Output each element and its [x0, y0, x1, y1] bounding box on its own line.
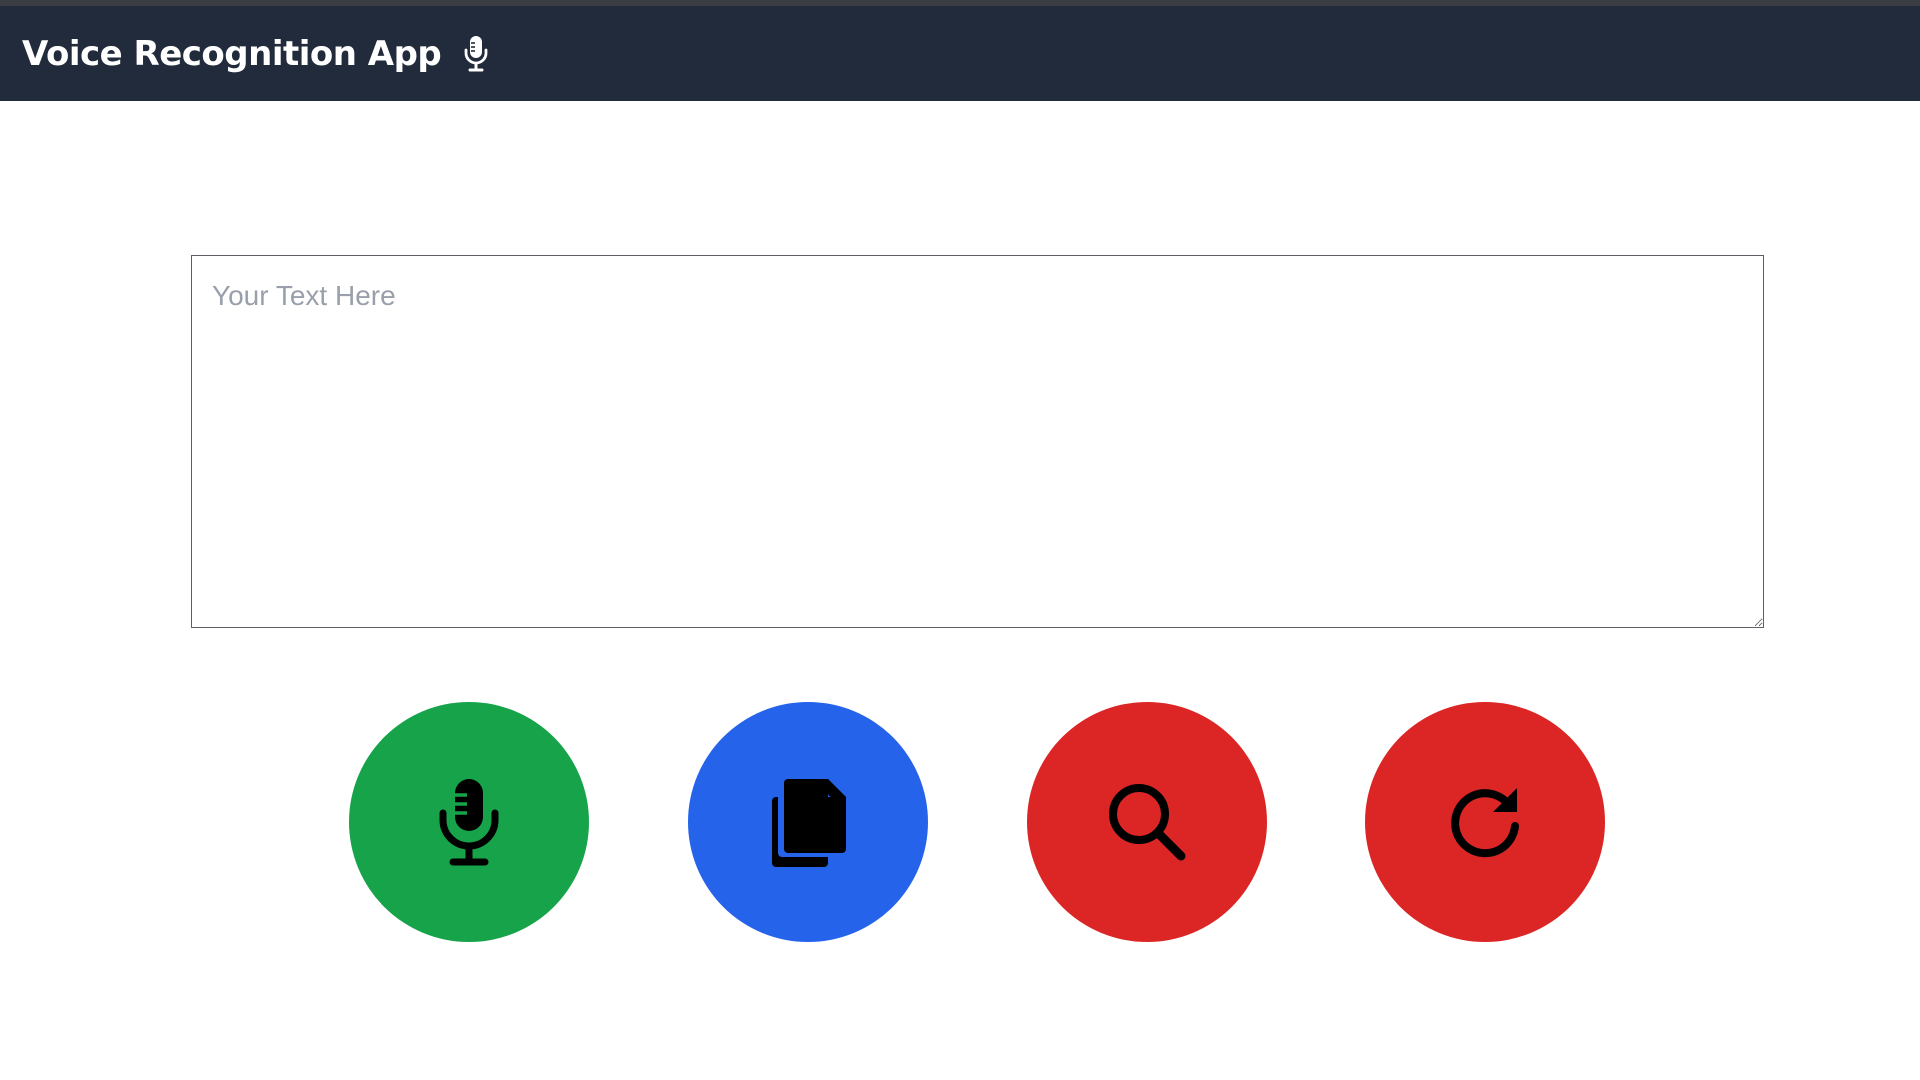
refresh-icon	[1445, 782, 1525, 862]
search-text-button[interactable]	[1027, 702, 1267, 942]
microphone-icon	[437, 777, 501, 867]
app-header: Voice Recognition App	[0, 6, 1920, 101]
copy-icon	[768, 777, 848, 867]
copy-text-button[interactable]	[688, 702, 928, 942]
text-editor-container	[191, 255, 1764, 628]
transcript-textarea[interactable]	[191, 255, 1764, 628]
app-title: Voice Recognition App	[22, 33, 442, 74]
microphone-icon	[461, 34, 491, 74]
search-icon	[1105, 780, 1189, 864]
start-listening-button[interactable]	[349, 702, 589, 942]
reset-text-button[interactable]	[1365, 702, 1605, 942]
action-buttons	[0, 702, 1920, 942]
